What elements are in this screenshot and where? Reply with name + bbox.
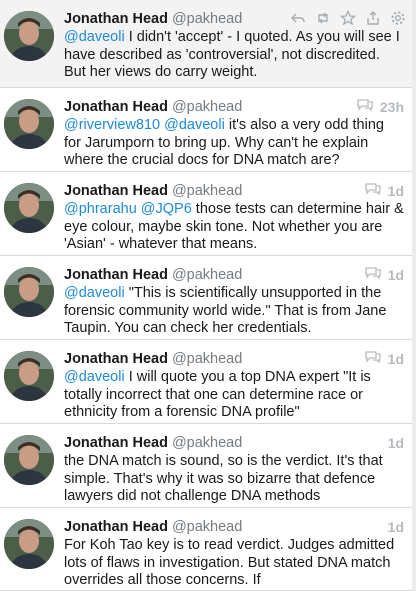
author-handle[interactable]: @pakhead: [172, 183, 242, 199]
tweet-item[interactable]: Jonathan Head @pakhead 1d For Koh Tao key…: [0, 508, 412, 591]
avatar[interactable]: [4, 435, 54, 485]
author-handle[interactable]: @pakhead: [172, 519, 242, 535]
tweet-meta: 1d: [388, 517, 404, 537]
tweet-text: @daveoli I will quote you a top DNA expe…: [64, 369, 404, 422]
tweet-meta: 23h: [356, 97, 404, 117]
avatar[interactable]: [4, 267, 54, 317]
tweet-item[interactable]: Jonathan Head @pakhead @daveoli I didn't …: [0, 0, 412, 88]
reply-icon[interactable]: [290, 10, 306, 26]
tweet-meta: 1d: [364, 181, 404, 201]
tweet-text: For Koh Tao key is to read verdict. Judg…: [64, 537, 404, 590]
retweet-icon[interactable]: [315, 10, 331, 26]
tweet-actions: [290, 9, 406, 26]
tweet-meta: 1d: [364, 349, 404, 369]
tweet-text: the DNA match is sound, so is the verdic…: [64, 453, 404, 506]
avatar[interactable]: [4, 351, 54, 401]
author-handle[interactable]: @pakhead: [172, 267, 242, 283]
tweet-meta: 1d: [388, 433, 404, 453]
tweet-item[interactable]: Jonathan Head @pakhead 1d @daveoli "This …: [0, 256, 412, 340]
tweet-item[interactable]: Jonathan Head @pakhead 1d @phrarahu @JQP6…: [0, 172, 412, 256]
tweet-timeline: Jonathan Head @pakhead @daveoli I didn't …: [0, 0, 416, 591]
timestamp[interactable]: 1d: [388, 181, 404, 201]
timestamp[interactable]: 1d: [388, 433, 404, 453]
avatar[interactable]: [4, 519, 54, 569]
conversation-icon[interactable]: [356, 97, 374, 117]
mention-link[interactable]: @daveoli: [64, 285, 125, 301]
tweet-text: @daveoli I didn't 'accept' - I quoted. A…: [64, 29, 404, 82]
share-icon[interactable]: [365, 10, 381, 26]
tweet-item[interactable]: Jonathan Head @pakhead 1d the DNA match i…: [0, 424, 412, 508]
tweet-item[interactable]: Jonathan Head @pakhead 23h @riverview810 …: [0, 88, 412, 172]
timestamp[interactable]: 1d: [388, 517, 404, 537]
author-name[interactable]: Jonathan Head: [64, 11, 168, 27]
mention-link[interactable]: @daveoli: [64, 29, 125, 45]
author-handle[interactable]: @pakhead: [172, 99, 242, 115]
author-name[interactable]: Jonathan Head: [64, 99, 168, 115]
conversation-icon[interactable]: [364, 349, 382, 369]
timestamp[interactable]: 23h: [380, 97, 404, 117]
tweet-text: @phrarahu @JQP6 those tests can determin…: [64, 201, 404, 254]
avatar[interactable]: [4, 183, 54, 233]
tweet-text: @daveoli "This is scientifically unsuppo…: [64, 285, 404, 338]
author-handle[interactable]: @pakhead: [172, 351, 242, 367]
timestamp[interactable]: 1d: [388, 265, 404, 285]
avatar[interactable]: [4, 99, 54, 149]
author-name[interactable]: Jonathan Head: [64, 267, 168, 283]
tweet-item[interactable]: Jonathan Head @pakhead 1d @daveoli I will…: [0, 340, 412, 424]
conversation-icon[interactable]: [364, 181, 382, 201]
author-handle[interactable]: @pakhead: [172, 435, 242, 451]
star-icon[interactable]: [339, 9, 357, 26]
tweet-body: the DNA match is sound, so is the verdic…: [64, 453, 383, 504]
tweet-body: For Koh Tao key is to read verdict. Judg…: [64, 537, 395, 588]
mention-link[interactable]: @daveoli: [64, 369, 125, 385]
timestamp[interactable]: 1d: [388, 349, 404, 369]
author-handle[interactable]: @pakhead: [172, 11, 242, 27]
author-name[interactable]: Jonathan Head: [64, 519, 168, 535]
conversation-icon[interactable]: [364, 265, 382, 285]
scrollbar[interactable]: [412, 0, 416, 591]
gear-icon[interactable]: [390, 10, 406, 26]
avatar[interactable]: [4, 11, 54, 61]
mention-link[interactable]: @phrarahu @JQP6: [64, 201, 192, 217]
tweet-text: @riverview810 @daveoli it's also a very …: [64, 117, 404, 170]
author-name[interactable]: Jonathan Head: [64, 351, 168, 367]
tweet-meta: 1d: [364, 265, 404, 285]
author-name[interactable]: Jonathan Head: [64, 435, 168, 451]
mention-link[interactable]: @riverview810 @daveoli: [64, 117, 225, 133]
author-name[interactable]: Jonathan Head: [64, 183, 168, 199]
